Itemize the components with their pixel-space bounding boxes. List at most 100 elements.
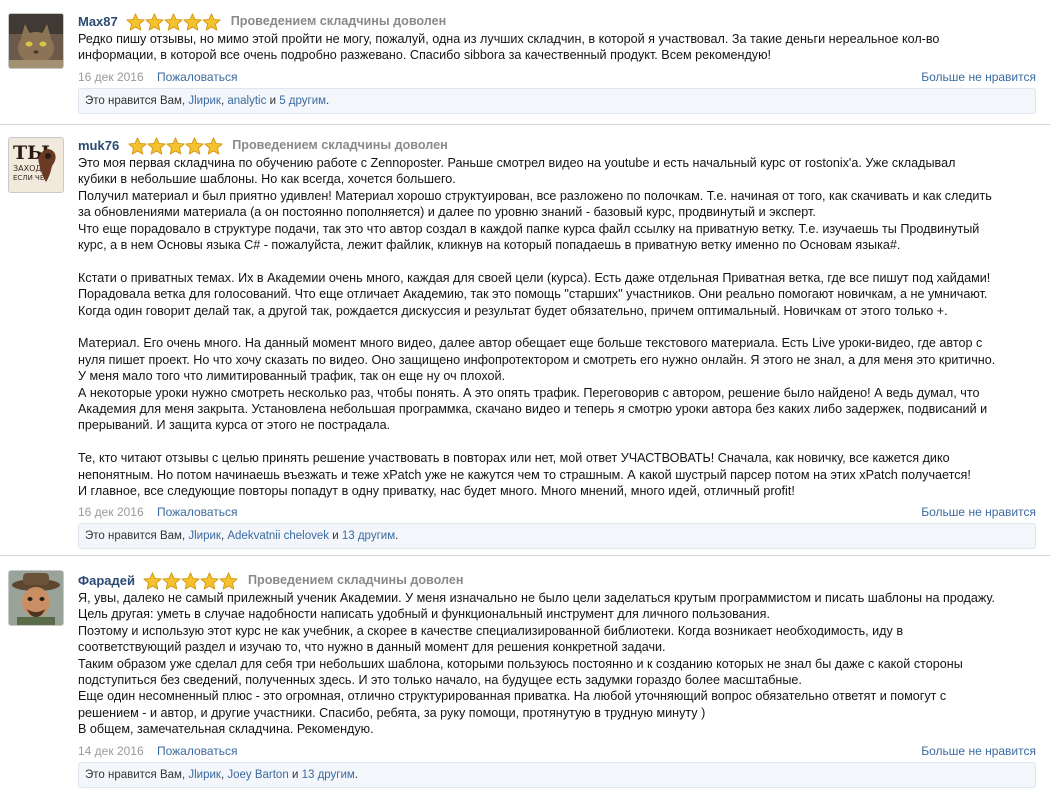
avatar[interactable]: ТЫ ЗАХОДИ ЕСЛИ ЧЕ (8, 137, 64, 193)
star-icon (204, 136, 223, 155)
others-link[interactable]: 13 другим (342, 530, 395, 542)
review-text-line: Поэтому и использую этот курс не как уче… (78, 623, 904, 638)
likes-end: . (326, 94, 330, 107)
others-link[interactable]: 5 другим (279, 95, 326, 107)
review-meta: 16 дек 2016 Пожаловаться Больше не нрави… (78, 503, 1036, 521)
review-text-line: непонятным. Но потом начинаешь въезжать … (78, 467, 971, 482)
username[interactable]: Max87 (78, 12, 118, 31)
liker-link[interactable]: Adekvatnii chelovek (227, 530, 329, 542)
username[interactable]: muk76 (78, 136, 119, 155)
star-icon (126, 12, 145, 31)
unlike-link[interactable]: Больше не нравится (921, 68, 1036, 86)
star-icon (183, 12, 202, 31)
review-text-line: подступиться без сведений, полученных зд… (78, 673, 802, 688)
star-icon (185, 136, 204, 155)
likes-end: . (395, 530, 399, 543)
review-text-line: прерываний. И защита курса от этого не п… (78, 418, 391, 433)
star-icon (202, 12, 221, 31)
man-with-hat-avatar-icon (9, 571, 63, 625)
star-icon (219, 571, 239, 590)
review-text-line: решением - и автор, и другие участники. … (78, 705, 706, 720)
review-text-line: Материал. Его очень много. На данный мом… (78, 336, 983, 351)
likes-end: . (354, 768, 359, 781)
report-link[interactable]: Пожаловаться (157, 70, 238, 84)
review-text-line: соответствующий раздел и изучаю то, что … (78, 640, 666, 655)
review-text-line: кубики в небольшие шаблоны. Но как всегд… (78, 172, 456, 187)
review-text-line: Еще один несомненный плюс - это огромная… (78, 689, 947, 704)
post-date: 16 дек 2016 (78, 505, 144, 520)
review-verdict: Проведением складчины доволен (230, 14, 447, 29)
post-date: 14 дек 2016 (78, 743, 144, 758)
star-icon (166, 136, 185, 155)
likes-and: и (291, 768, 299, 781)
avatar[interactable] (8, 570, 64, 626)
likes-prefix: Это нравится Вам, (85, 94, 186, 107)
others-link[interactable]: 13 другим (302, 769, 355, 781)
liker-link[interactable]: Joey Barton (227, 769, 288, 781)
review-text: Это моя первая складчина по обучению раб… (78, 155, 1036, 499)
report-link[interactable]: Пожаловаться (157, 505, 238, 519)
review-verdict: Проведением складчины доволен (232, 138, 448, 153)
review-item: Max87 Проведением складчины доволен Редк… (0, 0, 1050, 125)
review-text-line: Те, кто читают отзывы с целью принять ре… (78, 451, 950, 466)
star-icon (164, 12, 183, 31)
review-text-line: Что еще порадовало в структуре подачи, т… (78, 221, 980, 236)
review-text-line: Я, увы, далеко не самый прилежный ученик… (78, 591, 995, 605)
star-icon (145, 12, 164, 31)
review-text-line: Цель другая: уметь в случае надобности н… (78, 607, 770, 622)
review-text-line: В общем, замечательная складчина. Рекоме… (78, 722, 374, 737)
review-text: Я, увы, далеко не самый прилежный ученик… (78, 590, 1036, 738)
likes-separator: , (220, 530, 225, 543)
review-meta: 14 дек 2016 Пожаловаться Больше не нрави… (78, 742, 1036, 760)
review-text-line (78, 319, 1036, 335)
review-text-line: Академия для меня закрыта. Установлена н… (78, 402, 988, 417)
review-item: Фарадей Проведением складчины доволен Я,… (0, 555, 1050, 794)
cat-avatar-icon (9, 14, 63, 68)
poster-avatar-icon: ТЫ ЗАХОДИ ЕСЛИ ЧЕ (9, 138, 63, 192)
review-text-line: И главное, все следующие повторы попадут… (78, 484, 795, 499)
review-meta: 16 дек 2016 Пожаловаться Больше не нрави… (78, 68, 1036, 86)
review-text-line: У меня мало того что лимитированный траф… (78, 369, 506, 384)
liker-link[interactable]: Jlирик (188, 530, 221, 542)
likes-and: и (332, 530, 339, 543)
review-text-line: Когда один говорит делай так, а другой т… (78, 303, 948, 318)
review-text-line: Таким образом уже сделал для себя три не… (78, 656, 963, 671)
star-icon (181, 571, 201, 590)
username[interactable]: Фарадей (78, 571, 135, 590)
unlike-link[interactable]: Больше не нравится (921, 742, 1036, 760)
post-date: 16 дек 2016 (78, 69, 144, 84)
review-text-line: Редко пишу отзывы, но мимо этой пройти н… (78, 32, 940, 46)
unlike-link[interactable]: Больше не нравится (921, 503, 1036, 521)
star-icon (200, 571, 220, 590)
rating-stars (128, 136, 223, 155)
review-text-line: Кстати о приватных темах. Их в Академии … (78, 270, 991, 285)
review-text-line (78, 434, 1036, 450)
likes-bar: Это нравится Вам, Jlирик, analytic и 5 д… (78, 87, 1036, 114)
likes-separator: , (220, 94, 225, 107)
rating-stars (143, 571, 239, 590)
liker-link[interactable]: analytic (227, 95, 266, 107)
liker-link[interactable]: Jlирик (188, 769, 221, 781)
star-icon (162, 571, 182, 590)
review-text-line: Это моя первая складчина по обучению раб… (78, 156, 956, 170)
review-text-line: А некоторые уроки нужно смотреть несколь… (78, 385, 980, 400)
likes-separator: , (220, 768, 225, 781)
liker-link[interactable]: Jlирик (188, 95, 221, 107)
review-text-line: Порадовала ветка для голосований. Что ещ… (78, 287, 988, 302)
star-icon (143, 571, 163, 590)
review-text-line: Получил материал и был приятно удивлен! … (78, 188, 992, 203)
star-icon (147, 136, 166, 155)
likes-prefix: Это нравится Вам, (85, 768, 186, 781)
review-text-line (78, 253, 1036, 269)
report-link[interactable]: Пожаловаться (157, 744, 238, 758)
likes-prefix: Это нравится Вам, (85, 530, 186, 543)
review-text-line: курс, а в нем Основы языка C# - пожалуйс… (78, 238, 901, 253)
avatar[interactable] (8, 13, 64, 69)
likes-bar: Это нравится Вам, Jlирик, Adekvatnii che… (78, 523, 1036, 550)
likes-and: и (269, 94, 276, 107)
review-text-line: информации, в которой все очень подробно… (78, 48, 772, 63)
review-text-line: за обновлениями материала (а он постоянн… (78, 205, 816, 220)
review-item: ТЫ ЗАХОДИ ЕСЛИ ЧЕ muk76 Проведением скла… (0, 124, 1050, 556)
review-text: Редко пишу отзывы, но мимо этой пройти н… (78, 31, 1036, 64)
likes-bar: Это нравится Вам, Jlирик, Joey Barton и … (78, 761, 1036, 788)
